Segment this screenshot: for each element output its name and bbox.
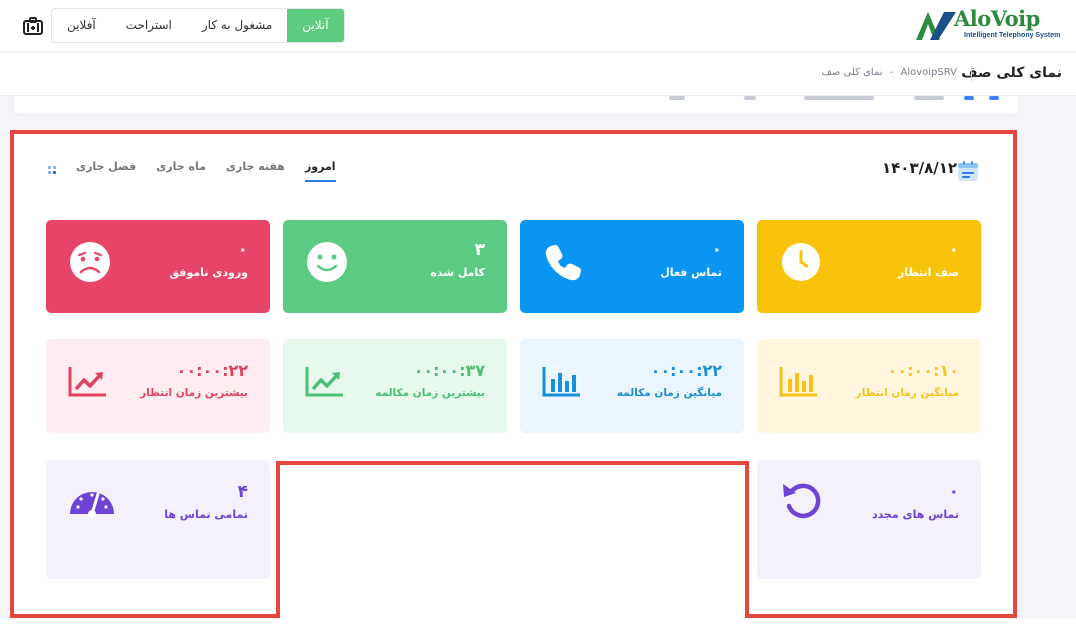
failed-incoming-value: ۰ [237, 240, 248, 260]
tab-today[interactable]: امروز [304, 160, 336, 182]
agent-status-switch: آنلاین مشغول به کار استراحت آفلاین [51, 8, 345, 43]
calendar-icon [958, 161, 978, 181]
logo-text: AloVoip [954, 6, 1040, 31]
blank-region [279, 464, 749, 631]
max-wait-value: ۰۰:۰۰:۲۲ [176, 361, 248, 380]
callbacks-value: ۰ [948, 482, 959, 502]
max-talk-value: ۰۰:۰۰:۳۷ [413, 361, 485, 380]
active-calls-value: ۰ [711, 240, 722, 260]
title-divider [971, 66, 972, 82]
speedometer-icon [70, 492, 114, 518]
tab-this-week[interactable]: هفته جاری [226, 160, 285, 182]
breadcrumb-item-root[interactable]: AlovoipSRV [901, 67, 958, 78]
smile-icon [307, 242, 347, 282]
trend-up-icon [305, 367, 343, 397]
sad-face-icon [70, 242, 110, 282]
queue-waiting-label: صف انتظار [897, 266, 959, 279]
page-title: نمای کلی صف [961, 65, 1062, 81]
status-offline-button[interactable]: آفلاین [52, 9, 111, 42]
scrolled-filter-strip [14, 96, 1018, 114]
card-queue-waiting[interactable]: ۰ صف انتظار [757, 220, 981, 313]
card-avg-wait[interactable]: ۰۰:۰۰:۱۰ میانگین زمان انتظار [757, 339, 981, 433]
grid-dots-icon[interactable] [48, 166, 56, 174]
card-callbacks[interactable]: ۰ تماس های مجدد [757, 460, 981, 579]
logo-mark-icon [916, 12, 956, 40]
card-total-calls[interactable]: ۴ تمامی تماس ها [46, 460, 270, 579]
logo[interactable]: AloVoip Intelligent Telephony System [914, 6, 1064, 46]
period-tabs: امروز هفته جاری ماه جاری فصل جاری [76, 160, 336, 182]
callbacks-label: تماس های مجدد [871, 508, 959, 521]
breadcrumb-separator: - [889, 67, 894, 78]
completed-label: کامل شده [430, 266, 485, 279]
bar-chart-icon [779, 367, 817, 397]
bottom-edge [0, 619, 1076, 631]
card-max-talk[interactable]: ۰۰:۰۰:۳۷ بیشترین زمان مکالمه [283, 339, 507, 433]
phone-icon [545, 245, 581, 281]
top-bar: AloVoip Intelligent Telephony System آنل… [0, 0, 1076, 52]
active-calls-label: تماس فعال [660, 266, 722, 279]
avg-talk-value: ۰۰:۰۰:۲۲ [650, 361, 722, 380]
clock-icon [782, 243, 820, 281]
breadcrumb-item-current: نمای کلی صف [821, 67, 883, 78]
tab-this-season[interactable]: فصل جاری [76, 160, 136, 182]
status-break-button[interactable]: استراحت [111, 9, 187, 42]
undo-icon [783, 483, 821, 519]
logo-tagline: Intelligent Telephony System [964, 32, 1061, 39]
avg-wait-label: میانگین زمان انتظار [855, 387, 959, 399]
failed-incoming-label: ورودی ناموفق [169, 266, 248, 279]
toolkit-icon[interactable] [23, 17, 43, 35]
tab-this-month[interactable]: ماه جاری [156, 160, 206, 182]
avg-wait-value: ۰۰:۰۰:۱۰ [887, 361, 959, 380]
max-wait-label: بیشترین زمان انتظار [140, 387, 248, 399]
total-calls-label: تمامی تماس ها [164, 508, 248, 521]
card-failed-incoming[interactable]: ۰ ورودی ناموفق [46, 220, 270, 313]
current-date: ۱۴۰۳/۸/۱۲ [882, 159, 958, 177]
card-avg-talk[interactable]: ۰۰:۰۰:۲۲ میانگین زمان مکالمه [520, 339, 744, 433]
queue-waiting-value: ۰ [948, 240, 959, 260]
page-header: نمای کلی صف AlovoipSRV - نمای کلی صف [0, 53, 1076, 96]
trend-up-icon [68, 367, 106, 397]
bar-chart-icon [542, 367, 580, 397]
total-calls-value: ۴ [237, 482, 248, 502]
breadcrumb: AlovoipSRV - نمای کلی صف [819, 67, 959, 78]
card-completed[interactable]: ۳ کامل شده [283, 220, 507, 313]
avg-talk-label: میانگین زمان مکالمه [616, 387, 722, 399]
status-online-button[interactable]: آنلاین [287, 9, 344, 42]
card-active-calls[interactable]: ۰ تماس فعال [520, 220, 744, 313]
status-busy-button[interactable]: مشغول به کار [187, 9, 287, 42]
max-talk-label: بیشترین زمان مکالمه [375, 387, 485, 399]
completed-value: ۳ [474, 240, 485, 260]
card-max-wait[interactable]: ۰۰:۰۰:۲۲ بیشترین زمان انتظار [46, 339, 270, 433]
